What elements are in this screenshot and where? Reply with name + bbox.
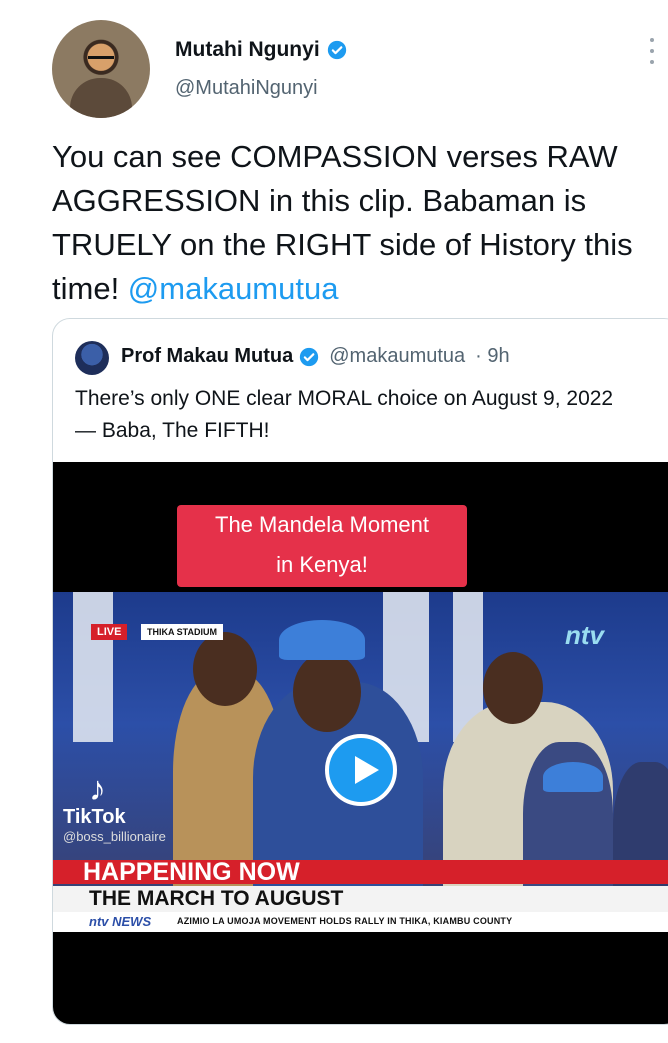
tiktok-watermark: ♪ TikTok @boss_billionaire — [63, 772, 166, 844]
speaker-face — [293, 652, 361, 732]
ticker-logo: ntv NEWS — [89, 914, 152, 929]
quoted-tweet-time[interactable]: · 9h — [475, 345, 509, 368]
blue-cap — [543, 762, 603, 792]
tweet-text: You can see COMPASSION verses RAW AGGRES… — [52, 135, 664, 311]
tiktok-name: TikTok — [63, 806, 126, 828]
quoted-tweet-header: Prof Makau Mutua @makaumutua · 9h — [121, 345, 510, 368]
quoted-author-avatar[interactable] — [75, 341, 109, 375]
author-name[interactable]: Mutahi Ngunyi — [175, 38, 320, 62]
quoted-tweet-card[interactable]: Prof Makau Mutua @makaumutua · 9h There’… — [52, 318, 668, 1025]
quoted-author-handle[interactable]: @makaumutua — [329, 345, 465, 368]
speaker-cap — [279, 620, 365, 660]
location-badge: THIKA STADIUM — [141, 624, 223, 640]
live-badge: LIVE — [91, 624, 128, 640]
person-face — [483, 652, 543, 724]
stage-panel — [73, 592, 113, 742]
video-caption-line2: in Kenya! — [276, 552, 368, 577]
avatar-glasses — [88, 56, 114, 62]
verified-badge-icon — [300, 347, 319, 366]
play-icon[interactable] — [325, 734, 397, 806]
tiktok-user: @boss_billionaire — [63, 829, 166, 844]
video-caption-line1: The Mandela Moment — [215, 512, 429, 537]
headline-text: THE MARCH TO AUGUST — [89, 887, 344, 910]
verified-badge-icon — [327, 40, 346, 60]
quoted-author-name[interactable]: Prof Makau Mutua — [121, 345, 293, 368]
author-avatar[interactable] — [52, 20, 150, 118]
tiktok-icon: ♪ — [89, 770, 106, 808]
quoted-tweet-text: There’s only ONE clear MORAL choice on A… — [75, 387, 614, 442]
author-handle[interactable]: @MutahiNgunyi — [175, 77, 318, 100]
happening-now-text: HAPPENING NOW — [83, 858, 300, 886]
more-options-icon[interactable] — [646, 38, 658, 64]
author-name-row: Mutahi Ngunyi — [175, 38, 347, 62]
avatar-suit — [70, 78, 132, 118]
ticker-text: AZIMIO LA UMOJA MOVEMENT HOLDS RALLY IN … — [177, 916, 513, 926]
video-player[interactable]: The Mandela Moment in Kenya! LIVE THIKA … — [53, 462, 668, 1024]
person-face — [193, 632, 257, 706]
channel-logo: ntv — [565, 620, 604, 650]
tweet-mention-link[interactable]: @makaumutua — [128, 271, 339, 306]
